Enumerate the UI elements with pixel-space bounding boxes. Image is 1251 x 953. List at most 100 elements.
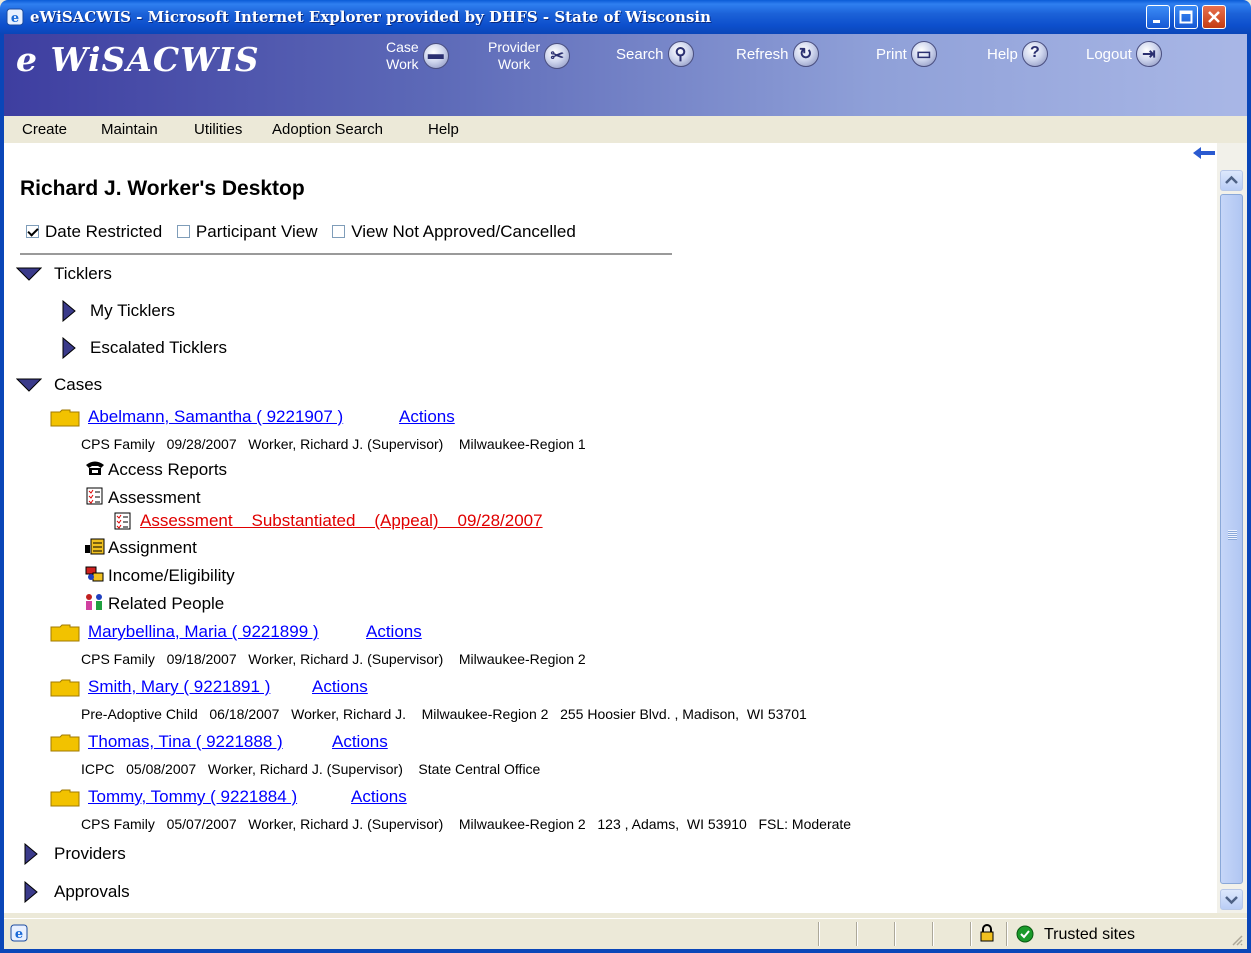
scroll-up-button[interactable]	[1220, 170, 1243, 191]
search-icon: ⚲	[667, 41, 694, 67]
window-frame-bottom	[0, 949, 1251, 953]
minimize-button[interactable]	[1146, 5, 1170, 29]
collapsed-triangle-icon[interactable]	[24, 843, 38, 865]
case-link-abelmann[interactable]: Abelmann, Samantha ( 9221907 )	[88, 407, 343, 427]
case-link-marybellina[interactable]: Marybellina, Maria ( 9221899 )	[88, 622, 319, 642]
security-zone-label: Trusted sites	[1044, 926, 1135, 943]
collapsed-triangle-icon[interactable]	[62, 300, 76, 322]
view-filters: Date Restricted Participant View View No…	[26, 222, 586, 242]
menu-utilities[interactable]: Utilities	[194, 121, 242, 138]
case-actions-link[interactable]: Actions	[399, 407, 455, 427]
case-work-label-line2: Work	[386, 56, 419, 72]
ticklers-section[interactable]: Ticklers	[54, 264, 112, 284]
providers-section[interactable]: Providers	[54, 844, 126, 864]
folder-icon	[50, 409, 80, 427]
people-icon	[86, 594, 102, 610]
print-button[interactable]: Print ▭	[876, 41, 937, 67]
brand-logo: e WiSACWIS	[16, 40, 260, 79]
case-actions-link[interactable]: Actions	[312, 677, 368, 697]
page-status-icon: e	[10, 924, 28, 942]
chevron-up-icon	[1225, 175, 1238, 184]
participant-view-label: Participant View	[195, 222, 318, 241]
refresh-button[interactable]: Refresh ↻	[736, 41, 819, 67]
expanded-triangle-icon[interactable]	[16, 267, 42, 281]
expanded-triangle-icon[interactable]	[16, 378, 42, 392]
date-restricted-checkbox[interactable]: Date Restricted	[26, 222, 162, 242]
close-icon	[1208, 11, 1220, 23]
desktop-content: Richard J. Worker's Desktop Date Restric…	[4, 143, 1217, 913]
logout-icon: ⇥	[1135, 41, 1162, 67]
case-link-thomas[interactable]: Thomas, Tina ( 9221888 )	[88, 732, 283, 752]
case-work-label: Case Work	[386, 39, 419, 73]
collapsed-triangle-icon[interactable]	[24, 881, 38, 903]
escalated-ticklers-item[interactable]: Escalated Ticklers	[90, 338, 227, 358]
provider-work-button[interactable]: Provider Work ✂	[488, 39, 571, 73]
scroll-down-button[interactable]	[1220, 889, 1243, 910]
menu-help[interactable]: Help	[428, 121, 459, 138]
income-eligibility-item[interactable]: Income/Eligibility	[84, 565, 235, 586]
menu-bar: Create Maintain Utilities Adoption Searc…	[4, 116, 1247, 144]
case-work-button[interactable]: Case Work ▬	[386, 39, 449, 73]
related-people-label: Related People	[108, 594, 225, 613]
case-work-icon: ▬	[422, 43, 449, 69]
case-link-tommy[interactable]: Tommy, Tommy ( 9221884 )	[88, 787, 297, 807]
assessment-substantiated-link[interactable]: Assessment Substantiated (Appeal) 09/28/…	[140, 511, 543, 531]
status-divider	[970, 922, 972, 946]
menu-adoption-search[interactable]: Adoption Search	[272, 121, 383, 138]
window-title-bar[interactable]: e eWiSACWIS - Microsoft Internet Explore…	[0, 0, 1251, 34]
vertical-scrollbar[interactable]	[1217, 143, 1247, 913]
collapsed-triangle-icon[interactable]	[62, 337, 76, 359]
search-button[interactable]: Search ⚲	[616, 41, 694, 67]
participant-view-checkbox[interactable]: Participant View	[176, 222, 318, 242]
income-eligibility-icon	[85, 566, 104, 582]
maximize-icon	[1179, 10, 1193, 24]
date-restricted-label: Date Restricted	[45, 222, 163, 241]
scroll-thumb[interactable]	[1220, 194, 1243, 884]
provider-work-label: Provider Work	[488, 39, 540, 73]
assignment-item[interactable]: Assignment	[84, 537, 197, 558]
menu-maintain[interactable]: Maintain	[101, 121, 158, 138]
folder-icon	[50, 624, 80, 642]
case-link-smith[interactable]: Smith, Mary ( 9221891 )	[88, 677, 270, 697]
assessment-label: Assessment	[108, 488, 201, 507]
view-not-approved-box[interactable]	[332, 225, 346, 238]
menu-create[interactable]: Create	[22, 121, 67, 138]
approvals-section[interactable]: Approvals	[54, 882, 130, 902]
provider-work-icon: ✂	[544, 43, 571, 69]
status-divider	[818, 922, 820, 946]
case-actions-link[interactable]: Actions	[332, 732, 388, 752]
maximize-button[interactable]	[1174, 5, 1198, 29]
income-eligibility-label: Income/Eligibility	[108, 566, 235, 585]
date-restricted-box[interactable]	[26, 225, 39, 238]
svg-text:e: e	[11, 11, 19, 26]
help-button[interactable]: Help?	[987, 41, 1048, 67]
logout-button[interactable]: Logout ⇥	[1086, 41, 1162, 67]
case-detail: CPS Family 05/07/2007 Worker, Richard J.…	[81, 816, 852, 832]
access-reports-item[interactable]: Access Reports	[84, 459, 227, 480]
my-ticklers-item[interactable]: My Ticklers	[90, 301, 175, 321]
search-label: Search	[616, 45, 664, 63]
minimize-icon	[1153, 20, 1160, 23]
case-detail: ICPC 05/08/2007 Worker, Richard J. (Supe…	[81, 761, 541, 777]
help-label: Help	[987, 45, 1018, 63]
status-divider	[1006, 922, 1008, 946]
cases-section[interactable]: Cases	[54, 375, 102, 395]
checklist-icon	[114, 512, 131, 530]
related-people-item[interactable]: Related People	[84, 593, 224, 614]
svg-text:e: e	[15, 927, 23, 942]
participant-view-box[interactable]	[176, 225, 190, 238]
lock-icon	[980, 924, 994, 942]
view-not-approved-checkbox[interactable]: View Not Approved/Cancelled	[332, 222, 576, 242]
assessment-item[interactable]: Assessment	[84, 487, 201, 508]
trusted-sites-icon	[1016, 925, 1034, 943]
case-actions-link[interactable]: Actions	[366, 622, 422, 642]
refresh-label: Refresh	[736, 45, 789, 63]
chevron-down-icon	[1225, 896, 1238, 905]
back-arrow-icon[interactable]	[1191, 145, 1217, 161]
telephone-icon	[86, 461, 104, 475]
resize-grip-icon[interactable]	[1230, 933, 1244, 947]
case-actions-link[interactable]: Actions	[351, 787, 407, 807]
close-button[interactable]	[1202, 5, 1226, 29]
print-label: Print	[876, 45, 907, 63]
status-bar: e Trusted sites	[4, 918, 1247, 948]
